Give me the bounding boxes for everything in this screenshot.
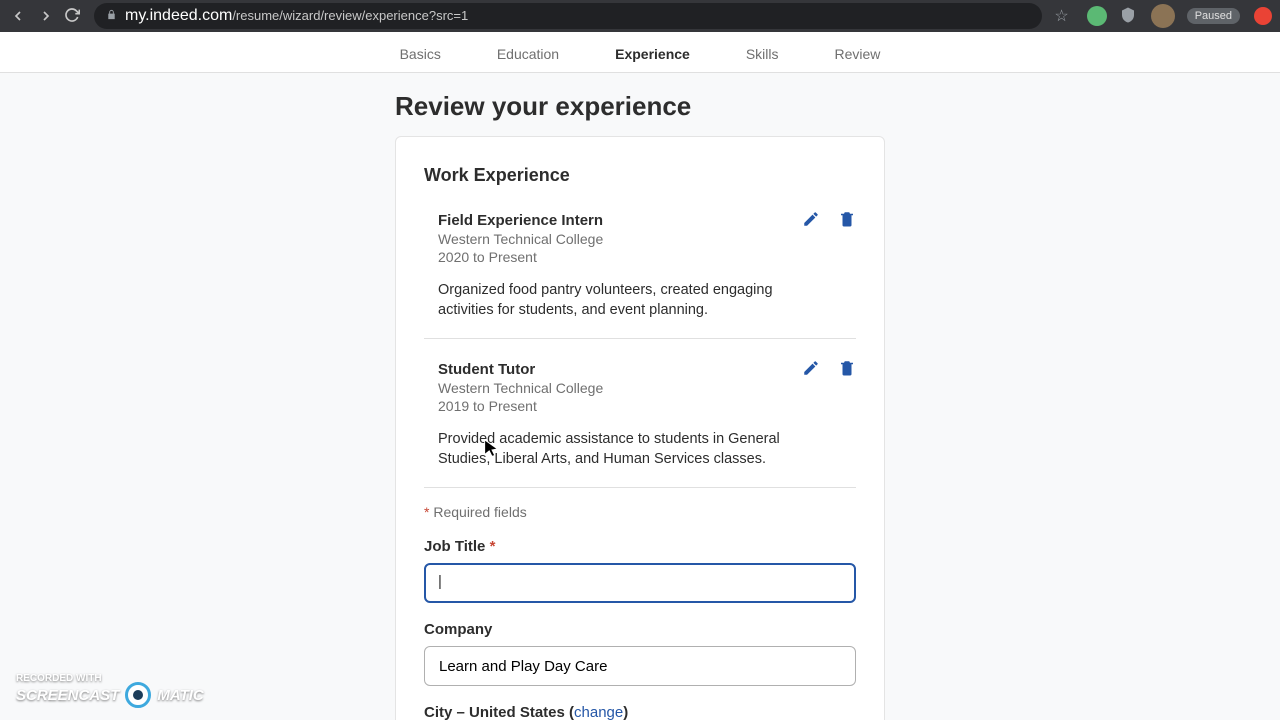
company-label: Company [424, 621, 856, 638]
experience-company: Western Technical College [438, 231, 856, 247]
forward-button[interactable] [36, 6, 56, 26]
experience-item: Field Experience Intern Western Technica… [424, 206, 856, 339]
back-button[interactable] [8, 6, 28, 26]
experience-description: Organized food pantry volunteers, create… [438, 281, 818, 320]
delete-icon[interactable] [838, 359, 856, 377]
extension-icon-2[interactable] [1254, 7, 1272, 25]
experience-card: Work Experience Field Experience Intern … [395, 136, 885, 720]
edit-icon[interactable] [802, 210, 820, 228]
delete-icon[interactable] [838, 210, 856, 228]
tab-skills[interactable]: Skills [746, 46, 779, 62]
experience-company: Western Technical College [438, 380, 856, 396]
watermark: SCREENCAST MATIC [16, 682, 204, 708]
experience-item: Student Tutor Western Technical College … [424, 355, 856, 488]
tab-education[interactable]: Education [497, 46, 559, 62]
lock-icon [106, 9, 117, 23]
edit-icon[interactable] [802, 359, 820, 377]
tab-basics[interactable]: Basics [400, 46, 441, 62]
reload-button[interactable] [64, 7, 82, 25]
profile-avatar[interactable] [1151, 4, 1175, 28]
required-fields-note: * Required fields [424, 504, 856, 520]
watermark-logo-icon [125, 682, 151, 708]
experience-dates: 2020 to Present [438, 249, 856, 265]
paused-badge: Paused [1187, 8, 1240, 24]
tab-experience[interactable]: Experience [615, 46, 690, 62]
page-body: Basics Education Experience Skills Revie… [0, 32, 1280, 720]
experience-dates: 2019 to Present [438, 398, 856, 414]
change-country-link[interactable]: change [574, 704, 623, 720]
browser-toolbar: my.indeed.com/resume/wizard/review/exper… [0, 0, 1280, 32]
company-input[interactable] [424, 646, 856, 686]
job-title-input[interactable] [424, 563, 856, 603]
experience-description: Provided academic assistance to students… [438, 430, 818, 469]
url-text: my.indeed.com/resume/wizard/review/exper… [125, 7, 468, 25]
page-title: Review your experience [395, 91, 885, 122]
shield-icon[interactable] [1119, 6, 1139, 26]
bookmark-icon[interactable]: ☆ [1054, 6, 1068, 26]
tab-review[interactable]: Review [835, 46, 881, 62]
text-cursor: | [438, 573, 442, 590]
address-bar[interactable]: my.indeed.com/resume/wizard/review/exper… [94, 3, 1042, 29]
city-label: City – United States (change) [424, 704, 856, 720]
experience-title: Field Experience Intern [438, 212, 856, 229]
section-heading: Work Experience [424, 165, 856, 186]
wizard-tabs: Basics Education Experience Skills Revie… [0, 32, 1280, 73]
experience-title: Student Tutor [438, 361, 856, 378]
extension-icon-1[interactable] [1087, 6, 1107, 26]
job-title-label: Job Title * [424, 538, 856, 555]
